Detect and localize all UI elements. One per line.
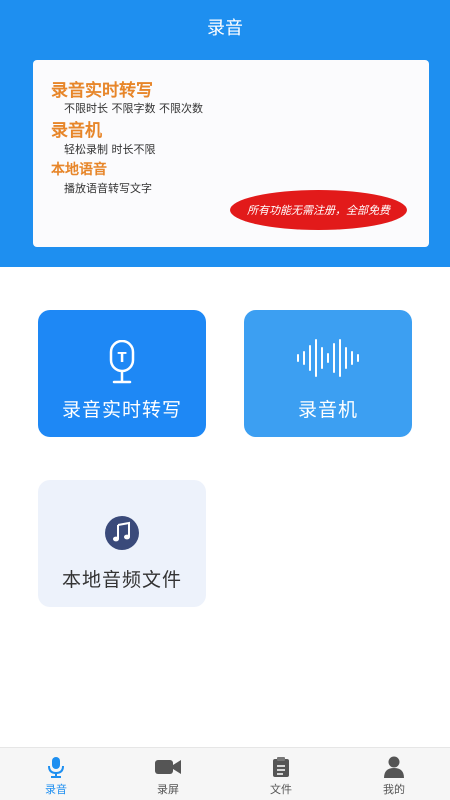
feature-desc-local: 播放语音转写文字 <box>64 182 152 195</box>
video-camera-icon <box>155 760 181 774</box>
feature-desc-recorder: 轻松录制 时长不限 <box>64 143 156 156</box>
recorder-tile[interactable]: 录音机 <box>244 310 412 437</box>
feature-title-transcribe: 录音实时转写 <box>51 81 153 101</box>
svg-text:T: T <box>118 351 127 366</box>
tile-label-local-audio: 本地音频文件 <box>61 569 182 591</box>
tab-label-files: 文件 <box>270 783 292 796</box>
mic-icon <box>48 757 64 778</box>
header: 录音 录音实时转写 不限时长 不限字数 不限次数 录音机 轻松录制 时长不限 本… <box>0 0 450 267</box>
page-title: 录音 <box>207 18 243 39</box>
person-icon <box>384 756 404 778</box>
free-promo-badge: 所有功能无需注册，全部免费 <box>230 190 407 230</box>
tab-record[interactable]: 录音 <box>0 748 112 800</box>
local-audio-tile[interactable]: 本地音频文件 <box>38 480 206 607</box>
tab-screen-record[interactable]: 录屏 <box>112 748 224 800</box>
tab-label-screen-record: 录屏 <box>157 783 179 796</box>
tab-files[interactable]: 文件 <box>225 748 337 800</box>
mic-t-icon: T <box>109 340 135 384</box>
waveform-icon <box>297 339 359 377</box>
tab-label-mine: 我的 <box>383 783 405 796</box>
clipboard-icon <box>273 757 289 777</box>
tile-label-transcribe: 录音实时转写 <box>61 399 182 421</box>
feature-title-local: 本地语音 <box>51 162 107 178</box>
tab-mine[interactable]: 我的 <box>338 748 450 800</box>
realtime-transcribe-tile[interactable]: T 录音实时转写 <box>38 310 206 437</box>
music-note-icon <box>105 516 139 550</box>
feature-title-recorder: 录音机 <box>51 121 102 141</box>
feature-desc-transcribe: 不限时长 不限字数 不限次数 <box>64 102 203 115</box>
tile-label-recorder: 录音机 <box>297 399 358 421</box>
feature-banner[interactable]: 录音实时转写 不限时长 不限字数 不限次数 录音机 轻松录制 时长不限 本地语音… <box>33 60 429 247</box>
tab-label-record: 录音 <box>45 783 67 796</box>
bottom-tab-bar: 录音 录屏 文件 我的 <box>0 747 450 800</box>
